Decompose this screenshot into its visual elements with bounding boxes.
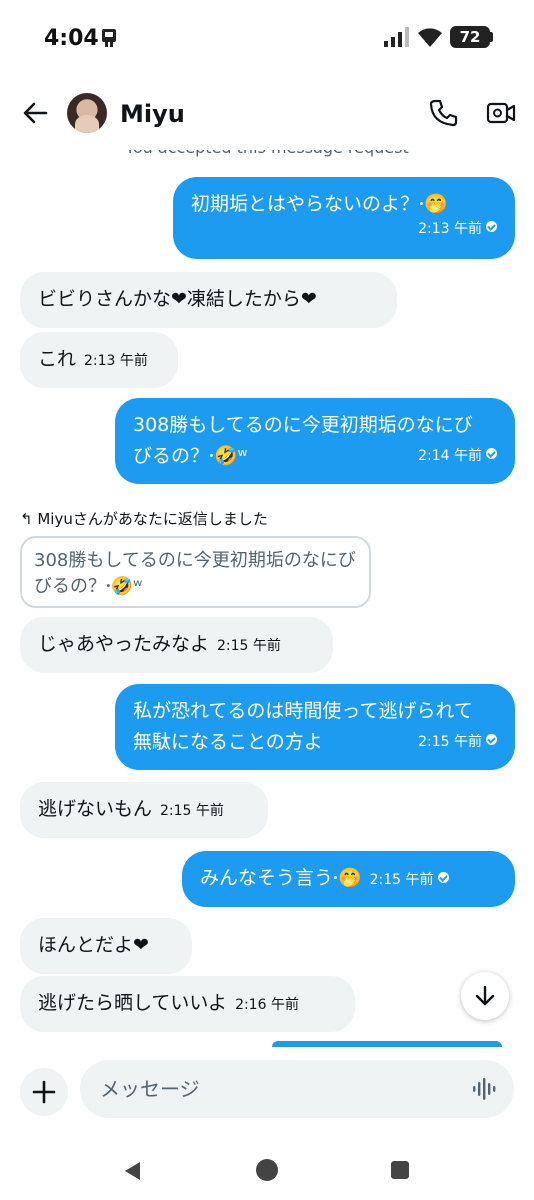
read-check-icon: [486, 734, 497, 745]
system-navigation-bar: [0, 1140, 534, 1200]
scroll-to-bottom-button[interactable]: [461, 972, 509, 1020]
message-bubble-incoming[interactable]: ほんとだよ❤: [20, 918, 192, 974]
message-text: じゃあやったみなよ: [38, 633, 210, 655]
conversation-header: Miyu: [0, 80, 534, 150]
plus-icon: [32, 1080, 56, 1104]
nav-home-icon[interactable]: [256, 1159, 278, 1181]
message-time: 2:15 午前: [217, 638, 281, 654]
read-check-icon: [486, 221, 497, 232]
message-time: 2:16 午前: [235, 997, 299, 1013]
arrow-down-icon: [475, 985, 495, 1006]
message-time: 2:14 午前: [418, 448, 482, 464]
message-text: これ: [38, 348, 77, 370]
message-text: みんなそう言う𐤟🤭: [200, 867, 362, 889]
message-time: 2:15 午前: [369, 872, 434, 888]
wifi-icon: [418, 28, 442, 47]
composer: [0, 1048, 534, 1138]
reply-arrow-icon: ↰: [20, 510, 38, 528]
battery-tip: [490, 32, 493, 42]
video-call-icon[interactable]: [486, 98, 516, 128]
back-arrow-icon[interactable]: [20, 98, 50, 128]
message-text: 逃げたら晒していいよ: [38, 992, 228, 1014]
read-check-icon: [437, 872, 449, 883]
message-text: ほんとだよ❤: [38, 934, 149, 956]
avatar[interactable]: [67, 93, 107, 133]
status-time: 4:04: [44, 26, 99, 51]
message-bubble-incoming[interactable]: 逃げないもん 2:15 午前: [20, 782, 268, 838]
add-media-button[interactable]: [20, 1068, 68, 1116]
message-bubble-incoming[interactable]: ビビりさんかな❤凍結したから❤: [20, 272, 397, 328]
message-time: 2:15 午前: [418, 734, 482, 750]
voice-message-icon[interactable]: [472, 1078, 498, 1100]
message-bubble-incoming[interactable]: じゃあやったみなよ 2:15 午前: [20, 617, 333, 673]
status-bar: 4:04 72: [0, 0, 534, 76]
message-time: 2:13 午前: [418, 221, 482, 237]
message-bubble-outgoing[interactable]: 初期垢とはやらないのよ？𐤟🤭 2:13 午前: [173, 177, 515, 259]
read-check-icon: [486, 448, 497, 459]
phone-icon[interactable]: [428, 98, 458, 128]
battery-level: 72: [459, 28, 481, 46]
message-bubble-outgoing[interactable]: 308勝もしてるのに今更初期垢のなにびびるの？𐤟🤣ʷ 2:14 午前: [115, 398, 515, 484]
nav-back-icon[interactable]: [122, 1160, 144, 1182]
message-bubble-outgoing[interactable]: 私が恐れてるのは時間使って逃げられて無駄になることの方よ 2:15 午前: [115, 684, 515, 770]
battery-icon: 72: [450, 26, 490, 48]
reply-label-text: Miyuさんがあなたに返信しました: [37, 510, 268, 528]
notification-icon: [102, 29, 116, 47]
reply-notice: ↰ Miyuさんがあなたに返信しました: [20, 508, 268, 529]
signal-icon: [384, 27, 409, 47]
quoted-message[interactable]: 308勝もしてるのに今更初期垢のなにびびるの？𐤟🤣ʷ: [20, 536, 371, 608]
message-input[interactable]: [80, 1060, 514, 1118]
message-bubble-outgoing-partial: [272, 1041, 502, 1047]
message-bubble-outgoing[interactable]: みんなそう言う𐤟🤭 2:15 午前: [182, 851, 515, 907]
message-bubble-incoming[interactable]: これ 2:13 午前: [20, 332, 178, 388]
contact-name[interactable]: Miyu: [120, 100, 185, 128]
message-time: 2:13 午前: [84, 353, 148, 369]
nav-recents-icon[interactable]: [391, 1161, 409, 1179]
message-text: 逃げないもん: [38, 798, 153, 820]
message-text: ビビりさんかな❤凍結したから❤: [38, 288, 317, 310]
message-bubble-incoming[interactable]: 逃げたら晒していいよ 2:16 午前: [20, 976, 355, 1032]
message-text: 初期垢とはやらないのよ？𐤟🤭: [191, 193, 448, 215]
message-time: 2:15 午前: [160, 803, 224, 819]
